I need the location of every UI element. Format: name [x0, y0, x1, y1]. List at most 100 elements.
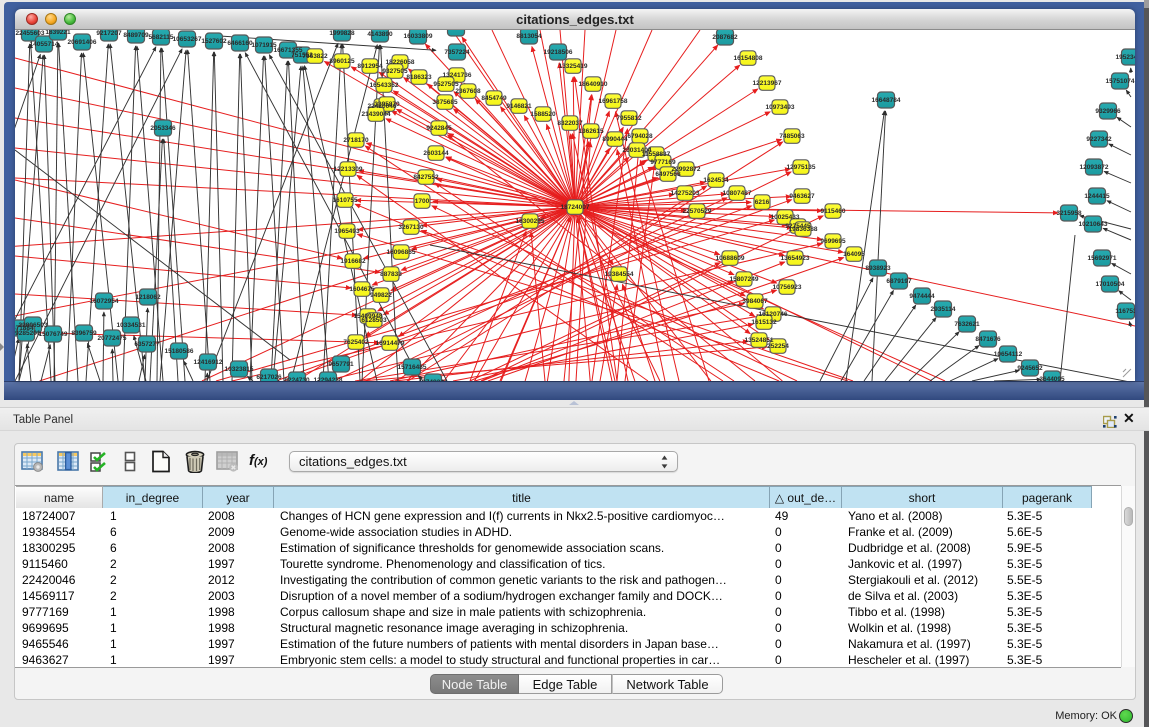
svg-text:18640910: 18640910 [579, 81, 608, 88]
svg-text:7625402: 7625402 [343, 339, 369, 346]
svg-text:8322037: 8322037 [557, 120, 583, 127]
svg-text:9227342: 9227342 [1086, 136, 1112, 143]
svg-text:10756923: 10756923 [773, 284, 802, 291]
svg-text:13748244: 13748244 [419, 379, 448, 381]
svg-text:887833: 887833 [380, 271, 402, 278]
svg-text:10653267: 10653267 [173, 36, 202, 43]
svg-text:19836388: 19836388 [789, 226, 818, 233]
svg-text:8960125: 8960125 [329, 58, 355, 65]
svg-text:12213309: 12213309 [334, 166, 363, 173]
svg-text:9245652: 9245652 [1017, 365, 1043, 372]
svg-text:15751074: 15751074 [1106, 78, 1135, 85]
svg-text:9327505: 9327505 [382, 68, 408, 75]
svg-text:3984067: 3984067 [742, 298, 768, 305]
svg-text:13654923: 13654923 [781, 255, 810, 262]
svg-text:16072954: 16072954 [90, 298, 119, 305]
svg-text:1916682: 1916682 [340, 258, 366, 265]
svg-text:16033809: 16033809 [404, 33, 433, 40]
svg-text:9474444: 9474444 [909, 293, 935, 300]
svg-text:3215958: 3215958 [1056, 210, 1082, 217]
svg-text:949822: 949822 [370, 292, 392, 299]
svg-text:2087682: 2087682 [712, 34, 738, 41]
svg-text:2603144: 2603144 [423, 150, 449, 157]
svg-text:7955812: 7955812 [616, 115, 642, 122]
svg-text:9777169: 9777169 [650, 159, 676, 166]
svg-text:116753: 116753 [1115, 308, 1135, 315]
svg-text:20691406: 20691406 [68, 39, 97, 46]
svg-text:12213967: 12213967 [753, 80, 782, 87]
svg-text:14055714: 14055714 [30, 41, 59, 48]
svg-text:19384554: 19384554 [605, 271, 634, 278]
svg-text:8427552: 8427552 [413, 174, 439, 181]
svg-text:12294238: 12294238 [314, 377, 343, 381]
svg-text:22806503: 22806503 [19, 322, 48, 329]
svg-text:1839221: 1839221 [45, 30, 71, 36]
svg-text:10654112: 10654112 [994, 351, 1023, 358]
svg-text:9699695: 9699695 [820, 238, 846, 245]
svg-text:18724007: 18724007 [561, 204, 590, 211]
svg-text:6466160: 6466160 [227, 40, 253, 47]
svg-text:8489709: 8489709 [123, 32, 149, 39]
svg-text:1615132: 1615132 [751, 319, 777, 326]
svg-text:4143890: 4143890 [367, 31, 393, 38]
svg-text:6216: 6216 [755, 199, 770, 206]
svg-text:1527602: 1527602 [201, 38, 227, 45]
svg-text:22455603: 22455603 [16, 30, 45, 37]
svg-text:8806804: 8806804 [443, 30, 469, 32]
svg-text:3395870: 3395870 [374, 101, 400, 108]
svg-text:17010504: 17010504 [1096, 281, 1125, 288]
svg-text:1362615: 1362615 [578, 128, 604, 135]
svg-text:9217207: 9217207 [96, 30, 122, 37]
svg-text:9115460: 9115460 [821, 208, 846, 215]
svg-text:12975135: 12975135 [787, 164, 816, 171]
svg-text:7663822: 7663822 [302, 53, 328, 60]
svg-text:6497568: 6497568 [655, 171, 681, 178]
svg-text:6217026: 6217026 [256, 374, 282, 381]
svg-text:13241736: 13241736 [443, 72, 472, 79]
svg-text:19285201: 19285201 [15, 330, 41, 337]
svg-text:16120746: 16120746 [759, 311, 788, 318]
svg-text:8813054: 8813054 [516, 33, 542, 40]
svg-text:1218062: 1218062 [135, 294, 161, 301]
svg-text:18226058: 18226058 [386, 59, 415, 66]
svg-text:16154808: 16154808 [734, 55, 763, 62]
svg-text:19523409: 19523409 [1116, 54, 1135, 61]
svg-text:8938923: 8938923 [865, 265, 891, 272]
svg-text:1965493: 1965493 [334, 228, 360, 235]
svg-text:9657791: 9657791 [328, 361, 354, 368]
svg-text:2367608: 2367608 [455, 88, 481, 95]
svg-text:9329966: 9329966 [1095, 108, 1121, 115]
svg-text:8224730: 8224730 [284, 377, 310, 381]
svg-text:5682115: 5682115 [149, 34, 174, 41]
svg-text:1624534: 1624534 [703, 177, 729, 184]
svg-text:8186323: 8186323 [406, 74, 432, 81]
svg-text:8396759: 8396759 [71, 330, 97, 337]
svg-text:16648784: 16648784 [872, 97, 901, 104]
svg-text:10210643: 10210643 [1079, 221, 1108, 228]
svg-text:252254: 252254 [767, 343, 789, 350]
svg-text:8471676: 8471676 [975, 336, 1001, 343]
svg-text:2053346: 2053346 [150, 125, 176, 132]
svg-text:6128503: 6128503 [361, 317, 387, 324]
svg-text:10807487: 10807487 [723, 190, 752, 197]
svg-text:2935114: 2935114 [931, 306, 956, 313]
svg-text:16543362: 16543362 [370, 82, 399, 89]
svg-text:15807249: 15807249 [730, 276, 759, 283]
svg-text:10025433: 10025433 [771, 214, 800, 221]
svg-text:9527505: 9527505 [433, 81, 459, 88]
svg-text:9146821: 9146821 [506, 103, 532, 110]
svg-text:10323815: 10323815 [225, 366, 254, 373]
svg-text:6879197: 6879197 [886, 278, 912, 285]
svg-text:22570529: 22570529 [683, 208, 712, 215]
svg-text:1588520: 1588520 [530, 111, 556, 118]
svg-text:9242845: 9242845 [426, 125, 452, 132]
svg-text:1244415: 1244415 [1084, 193, 1110, 200]
svg-text:1999828: 1999828 [329, 30, 355, 37]
svg-text:7357224: 7357224 [444, 49, 470, 56]
svg-text:13325419: 13325419 [559, 63, 588, 70]
svg-text:15076749: 15076749 [39, 331, 68, 338]
svg-text:18300295: 18300295 [516, 218, 545, 225]
svg-text:10973493: 10973493 [766, 104, 795, 111]
svg-text:1610755: 1610755 [332, 197, 358, 204]
svg-text:16961758: 16961758 [599, 98, 628, 105]
